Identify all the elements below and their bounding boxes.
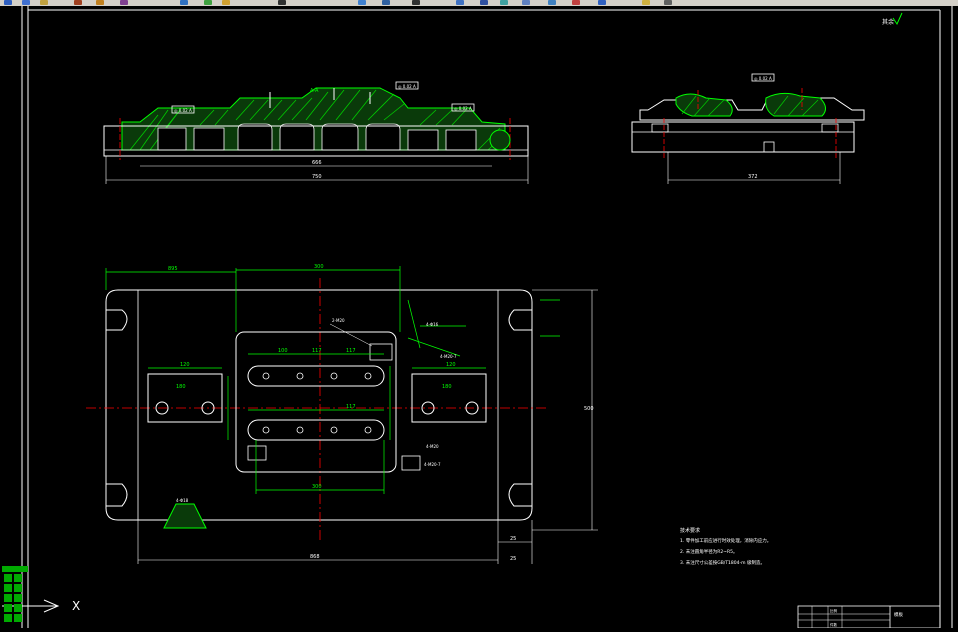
notes-line-1: 1. 零件加工前应进行时效处理，消除内应力。	[680, 537, 771, 544]
tol-frame-4: ◎ 0.02 A	[754, 76, 772, 81]
notes-line-2: 2. 未注圆角半径为R2~R5。	[680, 548, 737, 555]
dim-plan-bottom: 868	[310, 554, 320, 560]
title-cell-2: 件数	[830, 622, 838, 627]
hole-note-6: 4-Φ18	[176, 498, 189, 503]
help-icon[interactable]	[598, 0, 606, 5]
paste-icon[interactable]	[120, 0, 128, 5]
dim-slot-2: 117	[312, 348, 322, 354]
zoom-icon[interactable]	[358, 0, 366, 5]
dim-small-a: 25	[510, 536, 516, 542]
tol-frame-2: ◎ 0.02 A	[398, 84, 416, 89]
side-view: ◎ 0.02 A 372	[631, 73, 865, 184]
tol-frame-3: ◎ 0.02 A	[454, 106, 472, 111]
sheetset-icon[interactable]	[522, 0, 530, 5]
properties-icon[interactable]	[456, 0, 464, 5]
copy-icon[interactable]	[96, 0, 104, 5]
tol-frame-1: ◎ 0.02 A	[174, 108, 192, 113]
left-tool-panel[interactable]	[0, 560, 30, 628]
plan-view: 895 300 300 120 120 180 180 100 117 117 …	[86, 264, 598, 564]
ucs-x-label: X	[72, 599, 80, 613]
redo-icon[interactable]	[222, 0, 230, 5]
notes-title: 技术要求	[680, 527, 700, 534]
dim-slot-1: 100	[278, 348, 288, 354]
cad-drawing: 其余 ◎ 0.02 A ◎ 0.02 A ◎ 0.02 A A-A 750 66…	[2, 6, 953, 629]
hole-note-1: 4-Φ16	[426, 322, 439, 327]
dim-left-block-w: 180	[176, 384, 186, 390]
dim-top-inner: 666	[312, 160, 322, 166]
match-icon[interactable]	[180, 0, 188, 5]
undo-icon[interactable]	[204, 0, 212, 5]
dim-slot-3: 117	[346, 348, 356, 354]
roughness-check-icon	[892, 12, 903, 26]
roughness-label: 其余	[882, 18, 894, 26]
technical-notes: 技术要求 1. 零件加工前应进行时效处理，消除内应力。 2. 未注圆角半径为R2…	[680, 527, 771, 566]
dim-side-width: 372	[748, 174, 758, 180]
save-icon[interactable]	[22, 0, 30, 5]
hole-note-4: 4-M20-7	[424, 462, 441, 467]
zoom-window-icon[interactable]	[382, 0, 390, 5]
title-block: 模板 比例 件数	[797, 605, 941, 629]
section-label: A-A	[310, 88, 319, 94]
dim-plan-bottom-inner: 300	[312, 484, 322, 490]
dim-plan-right-height: 500	[584, 406, 594, 412]
layer-icon[interactable]	[642, 0, 650, 5]
dim-left-block: 120	[180, 362, 190, 368]
title-part-name: 模板	[894, 611, 903, 618]
markup-icon[interactable]	[548, 0, 556, 5]
hole-note-5: 2-M20	[332, 318, 345, 323]
hole-note-2: 4-M20-7	[440, 354, 457, 359]
drawing-canvas[interactable]: 其余 ◎ 0.02 A ◎ 0.02 A ◎ 0.02 A A-A 750 66…	[0, 6, 958, 629]
cut-icon[interactable]	[74, 0, 82, 5]
dim-top-width: 750	[312, 174, 322, 180]
dim-right-block-w: 180	[442, 384, 452, 390]
dim-small-b: 25	[510, 556, 516, 562]
dim-right-block: 120	[446, 362, 456, 368]
dim-plan-top2: 300	[314, 264, 324, 270]
dim-plan-top1: 895	[168, 266, 178, 272]
title-cell-1: 比例	[830, 608, 838, 613]
layer-state-icon[interactable]	[664, 0, 672, 5]
hole-note-3: 4-M20	[426, 444, 439, 449]
pan-icon[interactable]	[278, 0, 286, 5]
calc-icon[interactable]	[572, 0, 580, 5]
design-center-icon[interactable]	[480, 0, 488, 5]
zoom-prev-icon[interactable]	[412, 0, 420, 5]
plot-icon[interactable]	[40, 0, 48, 5]
dim-slot-4: 117	[346, 404, 356, 410]
front-section-view: ◎ 0.02 A ◎ 0.02 A ◎ 0.02 A A-A 750 666	[103, 81, 529, 184]
tool-palette-icon[interactable]	[500, 0, 508, 5]
open-icon[interactable]	[4, 0, 12, 5]
notes-line-3: 3. 未注尺寸公差按GB/T1804-m 级制造。	[680, 559, 765, 566]
